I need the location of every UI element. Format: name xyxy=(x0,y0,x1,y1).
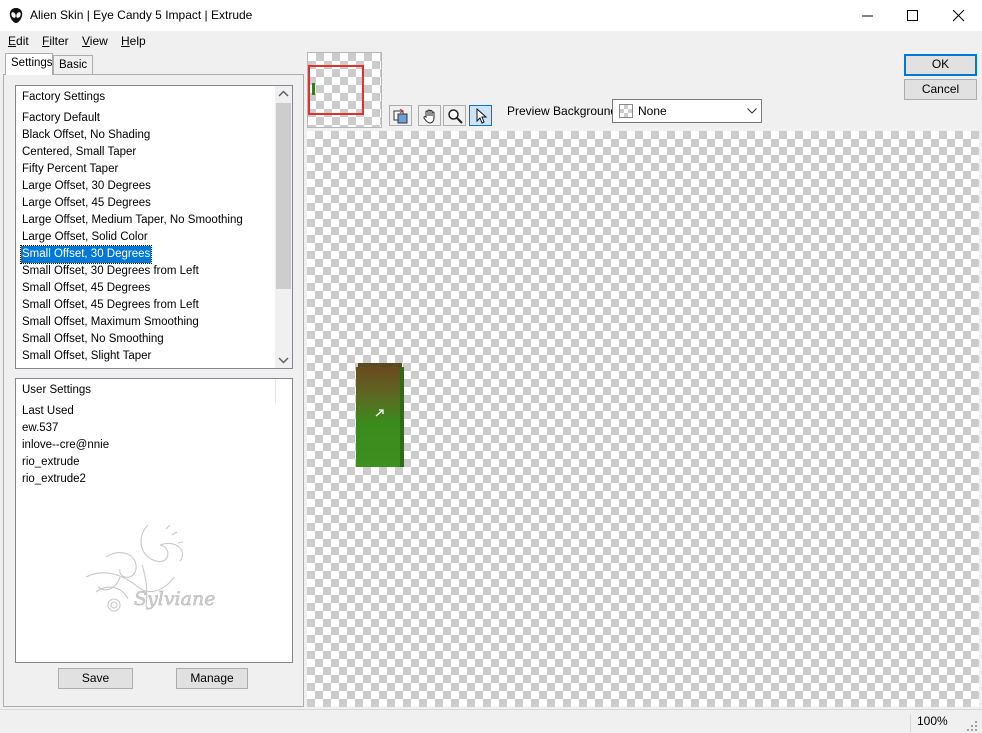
preview-background-label: Preview Background: xyxy=(507,104,621,118)
tab-settings[interactable]: Settings xyxy=(5,53,53,75)
factory-scrollbar[interactable] xyxy=(275,86,292,368)
user-preset-item[interactable]: inlove--cre@nnie xyxy=(21,437,110,454)
compare-tool[interactable] xyxy=(389,105,412,126)
sylviane-watermark-text: Sylviane xyxy=(134,588,215,610)
factory-preset-item[interactable]: Large Offset, Medium Taper, No Smoothing xyxy=(21,212,244,229)
transparent-swatch-icon xyxy=(619,104,633,118)
settings-panel: Factory Settings Factory Default Black Of… xyxy=(3,74,304,707)
preview-canvas[interactable] xyxy=(307,131,979,707)
menu-filter[interactable]: Filter xyxy=(42,34,69,48)
factory-preset-item[interactable]: Large Offset, 30 Degrees xyxy=(21,178,152,195)
user-preset-item[interactable]: Last Used xyxy=(21,403,75,420)
zoom-tool[interactable] xyxy=(443,105,466,126)
menu-help[interactable]: Help xyxy=(121,34,146,48)
navigator-object xyxy=(312,83,315,95)
factory-preset-item[interactable]: Centered, Small Taper xyxy=(21,144,137,161)
factory-preset-item[interactable]: Small Offset, 30 Degrees from Left xyxy=(21,263,200,280)
pointer-tool-icon xyxy=(476,108,488,124)
pointer-tool[interactable] xyxy=(469,105,492,126)
resize-grip-icon[interactable] xyxy=(966,720,978,732)
factory-preset-item[interactable]: Small Offset, 45 Degrees from Left xyxy=(21,297,200,314)
menu-view[interactable]: View xyxy=(82,34,108,48)
factory-preset-item[interactable]: Small Offset, 45 Degrees xyxy=(21,280,151,297)
ok-button[interactable]: OK xyxy=(904,54,977,76)
menu-bar: Edit Filter View Help xyxy=(0,31,982,51)
factory-preset-item[interactable]: Large Offset, Solid Color xyxy=(21,229,149,246)
factory-scroll-thumb[interactable] xyxy=(276,103,291,289)
zoom-tool-icon xyxy=(448,109,463,124)
compare-tool-icon xyxy=(393,108,408,124)
user-preset-item[interactable]: rio_extrude2 xyxy=(21,471,87,488)
cancel-button[interactable]: Cancel xyxy=(904,79,977,100)
menu-edit[interactable]: Edit xyxy=(8,34,29,48)
manage-button[interactable]: Manage xyxy=(176,668,248,689)
alien-skin-logo-icon xyxy=(9,8,23,23)
chevron-down-icon xyxy=(747,108,757,114)
factory-settings-list[interactable]: Factory Settings Factory Default Black Of… xyxy=(15,85,293,369)
tab-basic[interactable]: Basic xyxy=(53,55,93,75)
scroll-down-icon[interactable] xyxy=(275,351,292,368)
factory-preset-item[interactable]: Factory Default xyxy=(21,110,101,127)
save-button[interactable]: Save xyxy=(58,668,133,689)
user-settings-list[interactable]: User Settings Last Used ew.537 inlove--cre… xyxy=(15,378,293,663)
factory-preset-item[interactable]: Small Offset, Maximum Smoothing xyxy=(21,314,200,331)
window-title: Alien Skin | Eye Candy 5 Impact | Extrud… xyxy=(30,8,253,22)
maximize-button[interactable] xyxy=(890,0,936,31)
navigator-view-rect[interactable] xyxy=(308,65,364,115)
user-settings-header: User Settings xyxy=(22,384,92,396)
close-button[interactable] xyxy=(936,0,982,31)
eye-candy-window: Alien Skin | Eye Candy 5 Impact | Extrud… xyxy=(0,0,982,733)
scroll-up-icon[interactable] xyxy=(275,86,292,103)
factory-preset-item[interactable]: Small Offset, 30 Degrees xyxy=(19,245,153,264)
zoom-level: 100% xyxy=(910,714,956,732)
drag-handle-icon[interactable] xyxy=(375,409,385,417)
hand-tool-icon xyxy=(423,109,435,124)
factory-preset-item[interactable]: Small Offset, Slight Taper xyxy=(21,348,152,365)
preview-background-select[interactable]: None xyxy=(612,99,762,123)
close-icon xyxy=(953,10,965,22)
status-bar: 100% xyxy=(0,709,982,733)
maximize-icon xyxy=(907,10,918,21)
factory-preset-item[interactable]: Large Offset, 45 Degrees xyxy=(21,195,152,212)
user-preset-item[interactable]: rio_extrude xyxy=(21,454,81,471)
factory-preset-item[interactable]: Black Offset, No Shading xyxy=(21,127,151,144)
minimize-button[interactable] xyxy=(845,0,891,31)
user-preset-item[interactable]: ew.537 xyxy=(21,420,59,437)
factory-settings-header: Factory Settings xyxy=(22,91,106,103)
extrude-side-face xyxy=(400,367,404,467)
hand-tool[interactable] xyxy=(418,105,441,126)
sylviane-watermark: Sylviane xyxy=(85,524,216,612)
title-bar: Alien Skin | Eye Candy 5 Impact | Extrud… xyxy=(0,0,982,31)
extruded-object xyxy=(356,363,404,467)
factory-preset-item[interactable]: Small Offset, No Smoothing xyxy=(21,331,165,348)
preview-background-value: None xyxy=(638,104,667,118)
factory-preset-item[interactable]: Fifty Percent Taper xyxy=(21,161,119,178)
navigator-thumbnail[interactable] xyxy=(307,52,382,128)
minimize-icon xyxy=(862,15,873,17)
extrude-front-face xyxy=(356,367,402,467)
